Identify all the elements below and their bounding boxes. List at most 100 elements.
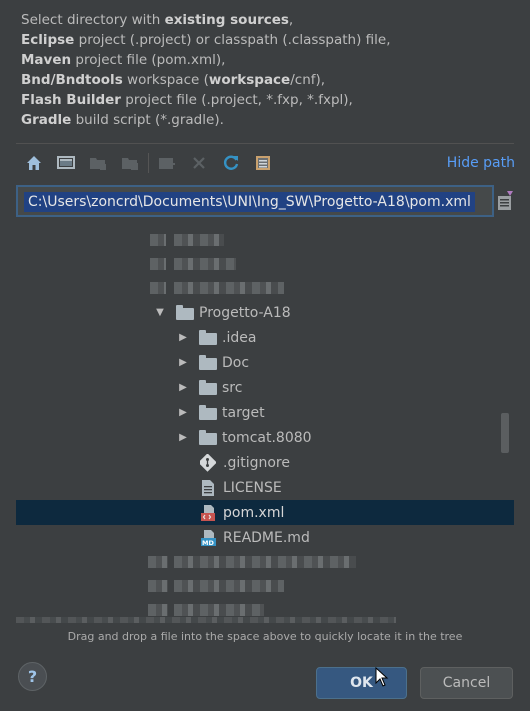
tree-row-folder[interactable]: ▶ Doc <box>16 350 514 375</box>
chevron-right-icon[interactable]: ▶ <box>177 407 189 419</box>
description-line-5: Flash Builder project file (.project, *.… <box>21 90 391 110</box>
description-line-4: Bnd/Bndtools workspace (workspace/cnf), <box>21 70 391 90</box>
tree-row-file-selected[interactable]: pom.xml <box>16 500 514 525</box>
maven-pom-icon <box>201 504 215 521</box>
mouse-cursor-icon <box>375 667 389 687</box>
divider <box>16 143 514 144</box>
folder-icon <box>199 380 217 395</box>
desc-bold: Bnd/Bndtools <box>21 72 123 88</box>
folder-icon <box>199 430 217 445</box>
desc-text: , <box>288 12 294 28</box>
desktop-icon <box>57 156 75 169</box>
chevron-right-icon[interactable]: ▶ <box>177 332 189 344</box>
blurred-item <box>174 282 284 294</box>
show-hidden-button[interactable] <box>153 151 181 175</box>
show-path-button[interactable] <box>249 151 277 175</box>
description: Select directory with existing sources, … <box>21 10 391 130</box>
description-line-2: Eclipse project (.project) or classpath … <box>21 30 391 50</box>
svg-text:MD: MD <box>202 539 214 547</box>
tree-row-folder[interactable]: ▶ src <box>16 375 514 400</box>
show-hidden-icon <box>159 158 175 169</box>
tree-item-label: tomcat.8080 <box>222 429 312 446</box>
tree-row-file[interactable]: .gitignore <box>16 450 514 475</box>
chevron-right-icon[interactable]: ▶ <box>177 432 189 444</box>
tree-scrollbar[interactable] <box>501 413 509 453</box>
tree-row-root[interactable]: ▼ Progetto-A18 <box>16 300 514 325</box>
refresh-icon <box>223 155 239 170</box>
module-folder-button[interactable] <box>116 151 144 175</box>
drag-drop-hint: Drag and drop a file into the space abov… <box>67 630 463 643</box>
show-path-icon <box>256 156 270 170</box>
refresh-button[interactable] <box>217 151 245 175</box>
tree-item-label: .gitignore <box>223 454 290 471</box>
blurred-item <box>148 580 168 592</box>
home-icon <box>27 156 41 170</box>
folder-icon <box>199 405 217 420</box>
new-folder-button[interactable] <box>84 151 112 175</box>
tree-row-file[interactable]: LICENSE <box>16 475 514 500</box>
cancel-button[interactable]: Cancel <box>420 667 513 699</box>
desc-text: project (.project) or classpath (.classp… <box>74 32 391 48</box>
desc-bold: Gradle <box>21 112 72 128</box>
desc-bold: Eclipse <box>21 32 75 48</box>
git-icon <box>200 453 216 472</box>
text-file-icon <box>202 479 214 496</box>
tree-row-folder[interactable]: ▶ .idea <box>16 325 514 350</box>
description-line-3: Maven project file (pom.xml), <box>21 50 391 70</box>
blurred-item <box>174 556 356 568</box>
desc-bold: workspace <box>208 72 291 88</box>
desc-text: Select directory with <box>21 12 165 28</box>
blurred-item <box>150 234 166 246</box>
tree-row-folder[interactable]: ▶ tomcat.8080 <box>16 425 514 450</box>
new-folder-icon <box>90 158 106 170</box>
blurred-item <box>174 258 236 270</box>
desc-bold: Flash Builder <box>21 92 121 108</box>
desc-text: build script (*.gradle). <box>71 112 224 128</box>
chevron-right-icon[interactable]: ▶ <box>177 382 189 394</box>
desc-text: project file (pom.xml), <box>71 52 226 68</box>
history-dropdown-icon[interactable] <box>495 190 515 212</box>
hide-path-link[interactable]: Hide path <box>447 155 515 171</box>
desktop-button[interactable] <box>52 151 80 175</box>
blurred-item <box>174 580 284 592</box>
path-field[interactable]: C:\Users\zoncrd\Documents\UNI\Ing_SW\Pro… <box>16 185 494 217</box>
desc-bold: Maven <box>21 52 72 68</box>
tree-item-label: .idea <box>222 329 257 346</box>
tree-item-label: LICENSE <box>223 479 282 496</box>
folder-icon <box>176 305 194 320</box>
tree-item-label: target <box>222 404 265 421</box>
toolbar <box>20 150 281 176</box>
blurred-item <box>148 556 168 568</box>
desc-text: project file (.project, *.fxp, *.fxpl), <box>120 92 353 108</box>
description-line-6: Gradle build script (*.gradle). <box>21 110 391 130</box>
blurred-item <box>174 604 264 616</box>
ok-button[interactable]: OK <box>316 667 407 699</box>
home-button[interactable] <box>20 151 48 175</box>
help-button[interactable]: ? <box>18 662 47 691</box>
tree-item-label: Progetto-A18 <box>199 304 291 321</box>
tree-row-folder[interactable]: ▶ target <box>16 400 514 425</box>
delete-button[interactable] <box>185 151 213 175</box>
blurred-item <box>150 258 166 270</box>
blurred-item <box>174 234 224 246</box>
blurred-item <box>16 617 396 623</box>
chevron-right-icon[interactable]: ▶ <box>177 357 189 369</box>
folder-icon <box>199 330 217 345</box>
description-line-1: Select directory with existing sources, <box>21 10 391 30</box>
markdown-icon: MD <box>201 529 216 547</box>
tree-row-file[interactable]: MD README.md <box>16 525 514 550</box>
toolbar-separator <box>148 153 149 173</box>
chevron-down-icon[interactable]: ▼ <box>154 307 166 319</box>
desc-text: /cnf), <box>290 72 326 88</box>
file-tree[interactable]: ▼ Progetto-A18 ▶ .idea ▶ Doc ▶ src ▶ tar… <box>16 220 514 626</box>
blurred-item <box>148 604 168 616</box>
desc-bold: existing sources <box>164 12 289 28</box>
tree-item-label: src <box>222 379 243 396</box>
delete-icon <box>193 157 205 169</box>
module-folder-icon <box>122 158 138 170</box>
tree-item-label: README.md <box>223 529 310 546</box>
folder-icon <box>199 355 217 370</box>
blurred-item <box>150 282 166 294</box>
path-input[interactable]: C:\Users\zoncrd\Documents\UNI\Ing_SW\Pro… <box>24 192 475 212</box>
tree-item-label: Doc <box>222 354 250 371</box>
